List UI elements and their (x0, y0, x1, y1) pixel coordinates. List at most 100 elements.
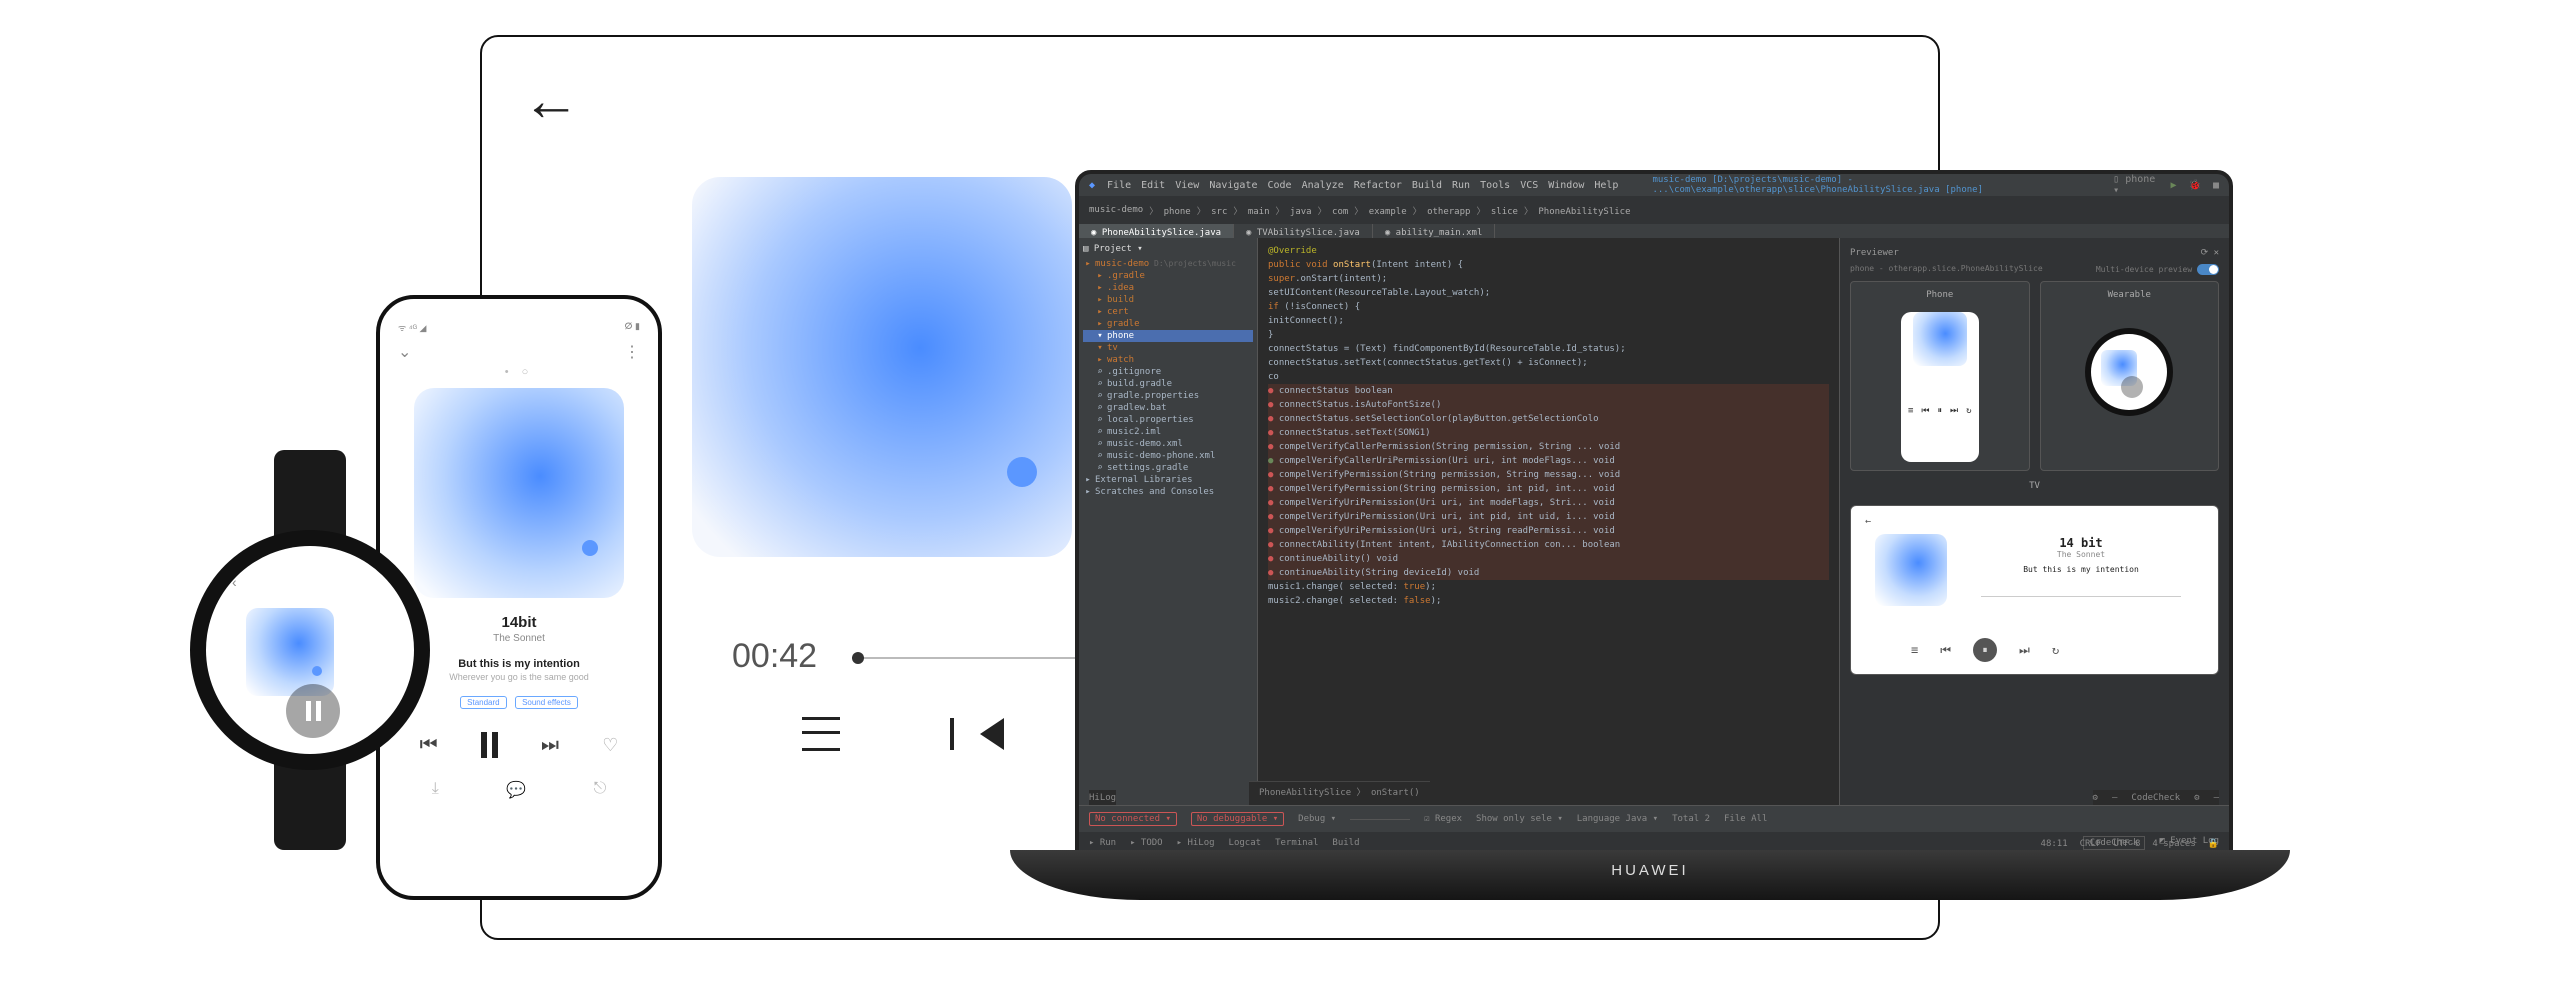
menu-help[interactable]: Help (1594, 180, 1618, 191)
app-icon: ◆ (1089, 180, 1095, 191)
settings-icon[interactable]: ⚙ (2093, 793, 2098, 803)
status-tab-terminal[interactable]: Terminal (1275, 838, 1318, 848)
back-icon[interactable]: ‹ (232, 574, 237, 590)
crumb-segment[interactable]: 〉 src (1197, 204, 1228, 217)
playlist-icon[interactable] (802, 717, 840, 751)
status-tab-build[interactable]: Build (1332, 838, 1359, 848)
pause-button[interactable] (286, 684, 340, 738)
process-dropdown[interactable]: No debuggable ▾ (1191, 812, 1284, 826)
tree-item[interactable]: ⌕local.properties (1083, 414, 1253, 426)
menu-refactor[interactable]: Refactor (1354, 180, 1402, 191)
crumb-segment[interactable]: 〉 main (1233, 204, 1269, 217)
tree-item[interactable]: ▸cert (1083, 306, 1253, 318)
chevron-down-icon[interactable]: ⌄ (398, 342, 411, 362)
tree-item[interactable]: ⌕music2.iml (1083, 426, 1253, 438)
indent[interactable]: 4 spaces (2152, 839, 2195, 849)
tree-item[interactable]: ▸Scratches and Consoles (1083, 486, 1253, 498)
code-editor[interactable]: @Overridepublic void onStart(Intent inte… (1258, 238, 1839, 806)
crumb-segment[interactable]: 〉 phone (1149, 204, 1191, 217)
tree-item[interactable]: ▸build (1083, 294, 1253, 306)
crumb-segment[interactable]: 〉 example (1354, 204, 1406, 217)
tree-item[interactable]: ▸gradle (1083, 318, 1253, 330)
status-tab-run[interactable]: ▸ Run (1089, 838, 1116, 848)
status-tab-todo[interactable]: ▸ TODO (1130, 838, 1163, 848)
effects-badge[interactable]: Sound effects (515, 696, 578, 709)
next-icon[interactable]: ⏭ (541, 734, 559, 757)
menu-vcs[interactable]: VCS (1520, 180, 1538, 191)
tree-item[interactable]: ⌕.gitignore (1083, 366, 1253, 378)
status-tab-logcat[interactable]: Logcat (1229, 838, 1262, 848)
codecheck-tab[interactable]: CodeCheck (2131, 793, 2180, 803)
menu-code[interactable]: Code (1267, 180, 1291, 191)
previewer-panel: Previewer ⟳ ✕ phone - otherapp.slice.Pho… (1839, 238, 2229, 806)
hilog-label[interactable]: HiLog (1089, 793, 1116, 803)
crumb-segment[interactable]: 〉 slice (1476, 204, 1518, 217)
track-artist: The Sonnet (398, 633, 640, 644)
filter-input[interactable] (1350, 819, 1410, 820)
preview-watch[interactable] (2085, 328, 2173, 416)
tree-item[interactable]: ▸.idea (1083, 282, 1253, 294)
crumb-segment[interactable]: 〉 java (1276, 204, 1312, 217)
tree-item[interactable]: ⌕music-demo-phone.xml (1083, 450, 1253, 462)
cursor-position: 48:11 (2041, 839, 2068, 849)
tree-item[interactable]: ⌕build.gradle (1083, 378, 1253, 390)
device-dropdown[interactable]: No connected ▾ (1089, 812, 1177, 826)
share-icon[interactable]: ⎋ (594, 780, 607, 800)
download-icon[interactable]: ⤓ (432, 780, 439, 800)
loglevel-dropdown[interactable]: Debug ▾ (1298, 814, 1336, 824)
tree-item[interactable]: ▸External Libraries (1083, 474, 1253, 486)
tree-item[interactable]: ⌕music-demo.xml (1083, 438, 1253, 450)
menu-tools[interactable]: Tools (1480, 180, 1510, 191)
laptop-brand: HUAWEI (1010, 862, 2290, 879)
run-target-dropdown[interactable]: ▯ phone ▾ (2113, 174, 2158, 196)
tree-item[interactable]: ⌕settings.gradle (1083, 462, 1253, 474)
stop-icon[interactable]: ■ (2213, 180, 2219, 191)
tree-item[interactable]: ▾tv (1083, 342, 1253, 354)
menu-window[interactable]: Window (1548, 180, 1584, 191)
tree-item[interactable]: ▸.gradle (1083, 270, 1253, 282)
previous-track-icon[interactable] (980, 718, 1004, 750)
menu-view[interactable]: View (1175, 180, 1199, 191)
quality-badge[interactable]: Standard (460, 696, 506, 709)
menu-run[interactable]: Run (1452, 180, 1470, 191)
back-arrow-icon[interactable]: ← (522, 67, 1898, 134)
run-icon[interactable]: ▶ (2170, 180, 2176, 191)
regex-checkbox[interactable]: ☑ Regex (1424, 814, 1462, 824)
menu-bar: ◆ File Edit View Navigate Code Analyze Refacto… (1079, 174, 2229, 196)
refresh-icon[interactable]: ⟳ ✕ (2201, 248, 2219, 258)
preview-phone[interactable]: ≡⏮⏸⏭↻ (1901, 312, 1979, 462)
status-tab-hilog[interactable]: ▸ HiLog (1177, 838, 1215, 848)
crumb-segment[interactable]: 〉 PhoneAbilitySlice (1524, 204, 1631, 217)
code-breadcrumb: PhoneAbilitySlice 〉 onStart() (1249, 781, 1430, 806)
encoding[interactable]: UTF-8 (2113, 839, 2140, 849)
page-indicator: • ○ (398, 366, 640, 378)
pause-button[interactable] (481, 732, 498, 758)
line-ending[interactable]: CRLF (2080, 839, 2102, 849)
loop-icon: ↻ (2052, 643, 2059, 657)
crumb-segment[interactable]: music-demo (1089, 205, 1143, 215)
tool-bar: No connected ▾ No debuggable ▾ Debug ▾ ☑… (1079, 805, 2229, 832)
elapsed-time: 00:42 (732, 637, 817, 676)
heart-icon[interactable]: ♡ (602, 735, 618, 756)
tree-item[interactable]: ⌕gradlew.bat (1083, 402, 1253, 414)
menu-edit[interactable]: Edit (1141, 180, 1165, 191)
crumb-segment[interactable]: 〉 otherapp (1413, 204, 1471, 217)
breadcrumb: music-demo 〉 phone 〉 src 〉 main 〉 java 〉 com 〉… (1079, 196, 2229, 224)
comment-icon[interactable]: 💬 (506, 780, 526, 800)
menu-navigate[interactable]: Navigate (1209, 180, 1257, 191)
multi-device-toggle[interactable] (2197, 264, 2219, 275)
project-tree[interactable]: ▤ Project ▾ ▸music-demo D:\projects\musi… (1079, 238, 1258, 806)
showonly-dropdown[interactable]: Show only sele ▾ (1476, 814, 1563, 824)
menu-analyze[interactable]: Analyze (1302, 180, 1344, 191)
tree-item[interactable]: ▸watch (1083, 354, 1253, 366)
tree-item[interactable]: ⌕gradle.properties (1083, 390, 1253, 402)
crumb-segment[interactable]: 〉 com (1318, 204, 1349, 217)
tree-item[interactable]: ▾phone (1083, 330, 1253, 342)
tree-item[interactable]: ▸music-demo D:\projects\music (1083, 258, 1253, 270)
menu-build[interactable]: Build (1412, 180, 1442, 191)
menu-file[interactable]: File (1107, 180, 1131, 191)
more-icon[interactable]: ⋮ (624, 342, 640, 362)
debug-icon[interactable]: 🐞 (2189, 180, 2201, 191)
gear-icon[interactable]: ⚙ (2194, 793, 2199, 803)
preview-tv[interactable]: ← 14 bit The Sonnet But this is my inten… (1850, 505, 2219, 675)
